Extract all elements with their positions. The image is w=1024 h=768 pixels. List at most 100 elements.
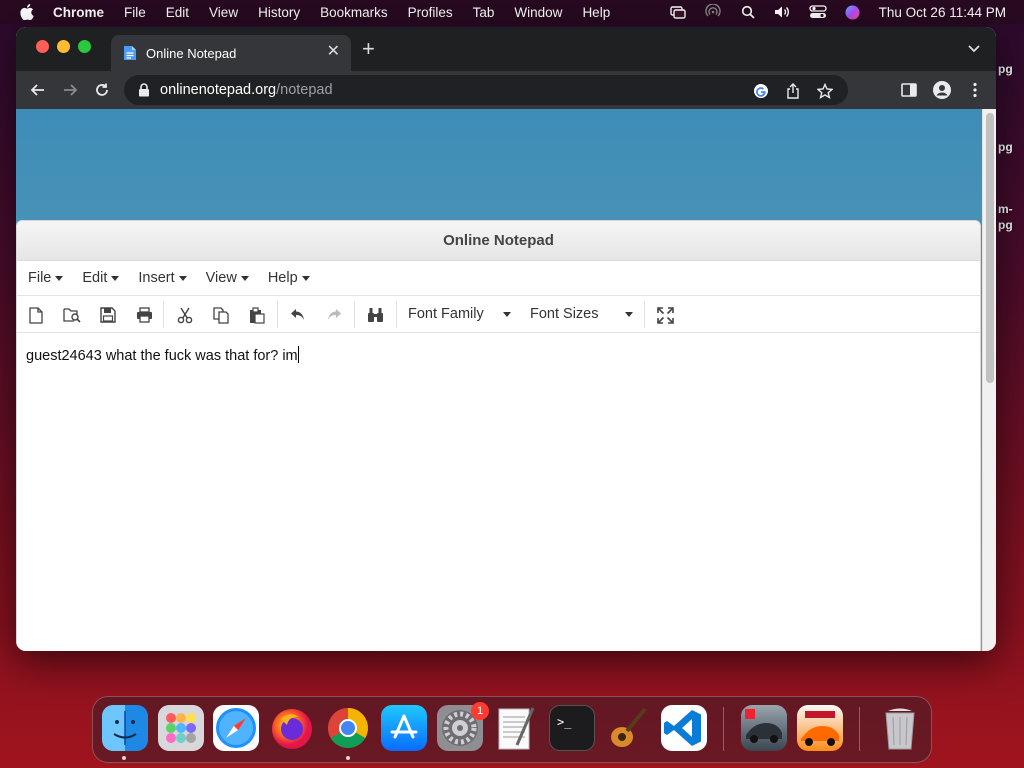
notepad-menu-view[interactable]: View <box>206 270 249 286</box>
chrome-app-icon[interactable] <box>325 705 371 751</box>
undo-icon[interactable] <box>289 306 307 324</box>
menu-tab[interactable]: Tab <box>473 5 495 20</box>
menu-label: Edit <box>82 270 108 286</box>
tab-online-notepad[interactable]: Online Notepad ✕ <box>111 35 351 71</box>
cut-scissors-icon[interactable] <box>176 306 194 324</box>
toolbar-divider <box>163 301 164 328</box>
zoom-window-button[interactable] <box>78 40 91 53</box>
safari-app-icon[interactable] <box>213 705 259 751</box>
font-sizes-select[interactable]: Font Sizes <box>530 303 633 325</box>
forward-arrow-icon[interactable] <box>61 81 79 99</box>
new-document-icon[interactable] <box>27 306 45 324</box>
caret-down-icon <box>55 275 64 281</box>
new-tab-button[interactable]: + <box>362 38 375 60</box>
back-arrow-icon[interactable] <box>29 81 47 99</box>
notepad-menu-help[interactable]: Help <box>268 270 310 286</box>
notepad-menu-edit[interactable]: Edit <box>82 270 120 286</box>
menu-bookmarks[interactable]: Bookmarks <box>320 5 388 20</box>
menu-app-name[interactable]: Chrome <box>53 5 104 20</box>
chevron-down-icon[interactable] <box>966 40 982 56</box>
asphalt-8-app-icon[interactable] <box>741 705 787 751</box>
open-folder-icon[interactable] <box>63 306 81 324</box>
desktop-file-label: pg <box>998 140 1013 154</box>
menu-history[interactable]: History <box>258 5 300 20</box>
siri-icon[interactable] <box>844 4 862 20</box>
menubar-clock[interactable]: Thu Oct 26 11:44 PM <box>879 5 1006 20</box>
toolbar-divider <box>277 301 278 328</box>
minimize-window-button[interactable] <box>57 40 70 53</box>
url-path: /notepad <box>276 82 333 98</box>
menu-view[interactable]: View <box>209 5 238 20</box>
macos-dock: 1 >_ <box>92 696 932 763</box>
profile-avatar-icon[interactable] <box>933 81 951 99</box>
side-panel-icon[interactable] <box>900 81 918 99</box>
redo-icon[interactable] <box>325 306 343 324</box>
terminal-app-icon[interactable]: >_ <box>549 705 595 751</box>
menu-window[interactable]: Window <box>514 5 562 20</box>
vscode-app-icon[interactable] <box>661 705 707 751</box>
menu-label: File <box>28 270 52 286</box>
scrollbar-thumb[interactable] <box>986 113 994 383</box>
menu-edit[interactable]: Edit <box>166 5 189 20</box>
close-window-button[interactable] <box>36 40 49 53</box>
menu-help[interactable]: Help <box>582 5 610 20</box>
google-lens-icon[interactable] <box>752 82 770 100</box>
copy-icon[interactable] <box>212 306 230 324</box>
font-family-select[interactable]: Font Family <box>408 303 511 325</box>
lock-icon[interactable] <box>138 83 150 97</box>
paste-clipboard-icon[interactable] <box>248 306 266 324</box>
tab-close-icon[interactable]: ✕ <box>327 44 340 60</box>
tab-title: Online Notepad <box>146 45 237 61</box>
apple-menu-icon[interactable] <box>18 3 36 21</box>
save-floppy-icon[interactable] <box>99 306 117 324</box>
page-viewport: Online Notepad File Edit Insert View Hel… <box>16 109 996 651</box>
find-binoculars-icon[interactable] <box>366 306 384 324</box>
font-sizes-label: Font Sizes <box>530 306 599 322</box>
caret-down-icon <box>111 275 120 281</box>
toolbar-divider <box>354 301 355 328</box>
share-icon[interactable] <box>784 82 802 100</box>
system-settings-app-icon[interactable]: 1 <box>437 702 489 751</box>
print-icon[interactable] <box>135 306 153 324</box>
notepad-menu-file[interactable]: File <box>28 270 64 286</box>
reload-icon[interactable] <box>93 81 111 99</box>
menu-label: View <box>205 270 237 286</box>
notepad-menu-insert[interactable]: Insert <box>138 270 187 286</box>
page-scrollbar[interactable] <box>982 109 996 651</box>
asphalt-9-app-icon[interactable] <box>797 705 843 751</box>
running-indicator <box>346 756 350 760</box>
browser-toolbar: onlinenotepad.org/notepad <box>16 71 996 109</box>
textedit-app-icon[interactable] <box>493 705 539 751</box>
desktop-file-label: pg <box>998 218 1013 232</box>
notepad-title: Online Notepad <box>17 221 980 261</box>
control-center-icon[interactable] <box>809 4 827 20</box>
menu-file[interactable]: File <box>124 5 146 20</box>
notepad-app: Online Notepad File Edit Insert View Hel… <box>16 220 981 651</box>
garageband-app-icon[interactable] <box>605 705 651 751</box>
notification-badge: 1 <box>471 702 489 720</box>
volume-icon[interactable] <box>774 4 792 20</box>
caret-down-icon <box>625 312 633 317</box>
spotlight-search-icon[interactable] <box>739 4 757 20</box>
firefox-app-icon[interactable] <box>269 705 315 751</box>
menu-label: Help <box>267 270 298 286</box>
bookmark-star-icon[interactable] <box>816 82 834 100</box>
text-cursor <box>297 346 299 363</box>
notepad-editor[interactable]: guest24643 what the fuck was that for? i… <box>17 333 980 377</box>
address-bar[interactable]: onlinenotepad.org/notepad <box>124 75 848 105</box>
more-menu-icon[interactable] <box>966 81 984 99</box>
launchpad-app-icon[interactable] <box>158 705 204 751</box>
finder-app-icon[interactable] <box>102 705 148 751</box>
caret-down-icon <box>301 275 310 281</box>
tab-strip: Online Notepad ✕ + <box>16 27 996 71</box>
menu-profiles[interactable]: Profiles <box>408 5 453 20</box>
airdrop-icon[interactable] <box>704 4 722 20</box>
desktop-file-label: m- <box>998 202 1013 216</box>
running-indicator <box>122 756 126 760</box>
screen-mirroring-icon[interactable] <box>669 4 687 20</box>
app-store-app-icon[interactable] <box>381 705 427 751</box>
macos-menu-bar: Chrome File Edit View History Bookmarks … <box>0 0 1024 24</box>
notepad-menu-bar: File Edit Insert View Help <box>17 261 980 296</box>
trash-app-icon[interactable] <box>877 705 923 751</box>
fullscreen-expand-icon[interactable] <box>656 306 674 324</box>
